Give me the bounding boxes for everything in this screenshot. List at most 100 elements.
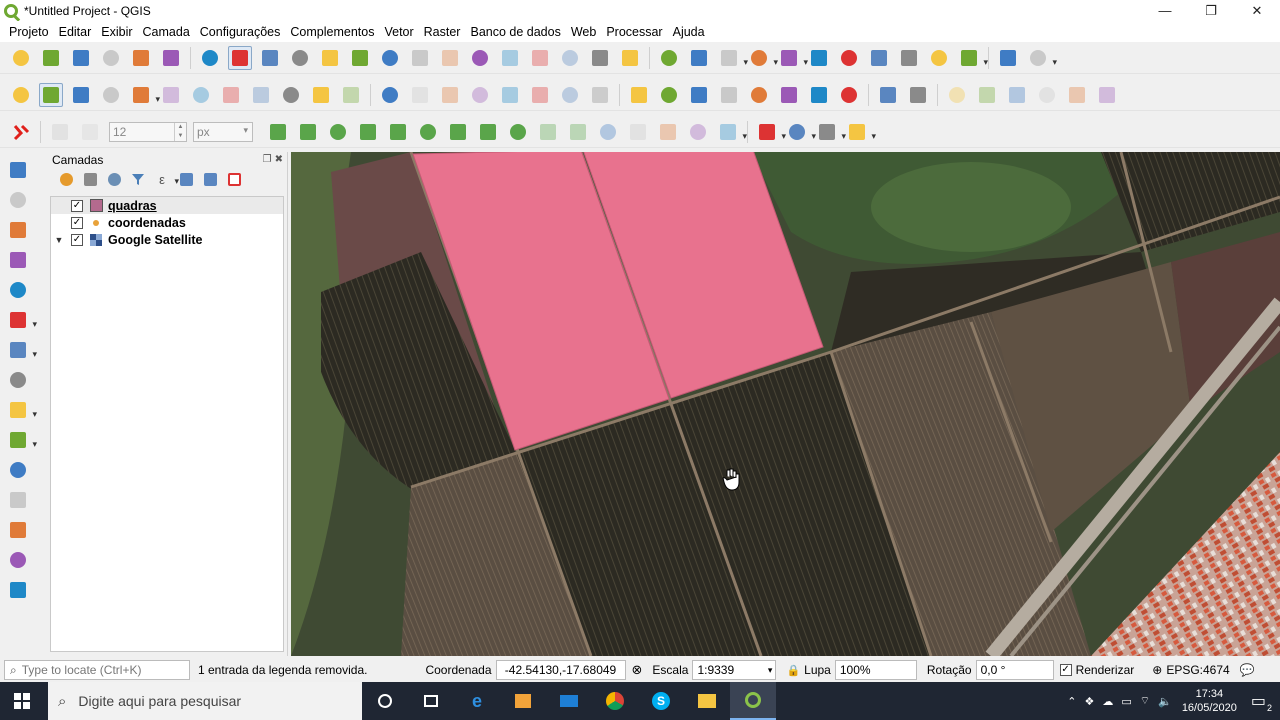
zoom-selection-icon[interactable] [378, 46, 402, 70]
database-icon[interactable] [687, 83, 711, 107]
label-toolbar-icon[interactable] [438, 83, 462, 107]
delete-selected-icon[interactable] [189, 83, 213, 107]
copy-features-icon[interactable] [249, 83, 273, 107]
add-postgis-icon[interactable] [6, 308, 37, 332]
render-checkbox[interactable]: ✓ [1059, 664, 1072, 676]
volume-icon[interactable]: 🔈 [1158, 695, 1172, 708]
add-wms-icon[interactable] [6, 338, 37, 362]
add-raster-layer-icon[interactable] [6, 188, 30, 212]
wifi-icon[interactable]: ⌔ [1140, 694, 1150, 708]
paste-features-icon[interactable] [279, 83, 303, 107]
select-icon[interactable] [747, 46, 778, 70]
save-as-icon[interactable] [99, 46, 123, 70]
layout-manager-icon[interactable] [159, 46, 183, 70]
db-manager-icon[interactable] [657, 83, 681, 107]
label-icon[interactable] [378, 83, 402, 107]
rule-label-icon[interactable] [408, 83, 432, 107]
filter-legend-icon[interactable] [128, 169, 148, 189]
skype-icon[interactable]: S [638, 682, 684, 720]
menu-vetor[interactable]: Vetor [379, 25, 418, 39]
toolbox-icon[interactable] [897, 46, 921, 70]
menu-configuracoes[interactable]: Configurações [195, 25, 286, 39]
rotate-feature-icon[interactable] [716, 120, 747, 144]
offset-1-icon[interactable] [945, 83, 969, 107]
float-panel-icon[interactable]: ❐ [263, 154, 272, 165]
offset-5-icon[interactable] [1065, 83, 1089, 107]
taskbar-search[interactable]: ⌕ Digite aqui para pesquisar [48, 682, 362, 720]
zoom-out-icon[interactable] [318, 46, 342, 70]
undo-icon[interactable] [309, 83, 333, 107]
layer-checkbox[interactable]: ✓ [71, 216, 83, 229]
globe-grid-icon[interactable] [747, 83, 771, 107]
merge-selected-icon[interactable] [596, 120, 620, 144]
new-print-layout-icon[interactable] [129, 46, 153, 70]
map-tip-icon[interactable] [996, 46, 1020, 70]
add-group-icon[interactable] [80, 169, 100, 189]
scale-select[interactable]: 1:9339 ▾ [692, 660, 777, 680]
new-3d-view-icon[interactable] [558, 46, 582, 70]
add-polygon-icon[interactable] [845, 120, 876, 144]
select-by-value-icon[interactable] [777, 46, 808, 70]
measure-icon[interactable] [717, 46, 748, 70]
cad-constraint-icon[interactable] [78, 120, 102, 144]
new-geopackage-icon[interactable] [6, 458, 30, 482]
crs-globe-icon[interactable]: ⊕ [1152, 663, 1162, 677]
plugin-icon[interactable] [906, 83, 930, 107]
zoom-in-icon[interactable] [288, 46, 312, 70]
add-geopackage-icon[interactable] [6, 278, 30, 302]
mail-icon[interactable] [546, 682, 592, 720]
zoom-native-icon[interactable] [438, 46, 462, 70]
add-rectangle-icon[interactable] [815, 120, 846, 144]
new-project-icon[interactable] [9, 46, 33, 70]
chevron-up-icon[interactable]: ⌃ [1067, 695, 1076, 708]
task-view-icon[interactable] [408, 682, 454, 720]
delete-ring-icon[interactable] [416, 120, 440, 144]
file-explorer-icon[interactable] [684, 682, 730, 720]
chevron-down-icon[interactable]: ▾ [768, 665, 773, 676]
offset-3-icon[interactable] [1005, 83, 1029, 107]
store-icon[interactable] [500, 682, 546, 720]
close-button[interactable]: ✕ [1234, 0, 1280, 21]
modify-attributes-icon[interactable] [159, 83, 183, 107]
split-features-icon[interactable] [266, 120, 290, 144]
edge-icon[interactable]: e [454, 682, 500, 720]
add-virtual-icon[interactable] [6, 428, 37, 452]
add-ring-icon[interactable] [326, 120, 350, 144]
rotate-point-icon[interactable] [656, 120, 680, 144]
manage-themes-icon[interactable] [104, 169, 124, 189]
toggle-extents-icon[interactable]: ⊗ [632, 662, 643, 678]
help-icon[interactable] [876, 83, 900, 107]
bookmark-new-icon[interactable] [588, 46, 612, 70]
layer-style-icon[interactable] [56, 169, 76, 189]
merge-attributes-icon[interactable] [626, 120, 650, 144]
layer-checkbox[interactable]: ✓ [71, 199, 83, 212]
menu-camada[interactable]: Camada [138, 25, 195, 39]
add-wcs-icon[interactable] [6, 398, 37, 422]
text-annotation-icon[interactable] [1026, 46, 1057, 70]
close-panel-icon[interactable]: ✖ [275, 154, 283, 165]
menu-processar[interactable]: Processar [601, 25, 667, 39]
move-label-icon[interactable] [528, 83, 552, 107]
zoom-next-icon[interactable] [498, 46, 522, 70]
attribute-table-icon[interactable] [837, 46, 861, 70]
edit-pencil-icon[interactable] [9, 83, 33, 107]
toggle-edit-icon[interactable] [39, 83, 63, 107]
warning-triangle-icon[interactable] [717, 83, 741, 107]
unit-select[interactable]: px [193, 122, 253, 142]
new-map-view-icon[interactable] [528, 46, 552, 70]
split-parts-icon[interactable] [296, 120, 320, 144]
cortana-icon[interactable] [362, 682, 408, 720]
zoom-full-icon[interactable] [348, 46, 372, 70]
rotate-label-icon[interactable] [558, 83, 582, 107]
crs-label[interactable]: EPSG:4674 [1166, 663, 1229, 677]
size-spinner-icon[interactable]: ▲ ▼ [174, 123, 186, 141]
notifications-icon[interactable]: ▭ 2 [1251, 691, 1272, 713]
zoom-layer-icon[interactable] [408, 46, 432, 70]
layer-row-google-satellite[interactable]: ▼ ✓ Google Satellite [51, 231, 283, 248]
vertex-tool-icon[interactable] [129, 83, 160, 107]
new-temporary-icon[interactable] [6, 518, 30, 542]
menu-exibir[interactable]: Exibir [96, 25, 137, 39]
field-calculator-icon[interactable] [867, 46, 891, 70]
snapping-icon[interactable] [9, 120, 33, 144]
size-input[interactable]: 12 ▲ ▼ [109, 122, 187, 142]
